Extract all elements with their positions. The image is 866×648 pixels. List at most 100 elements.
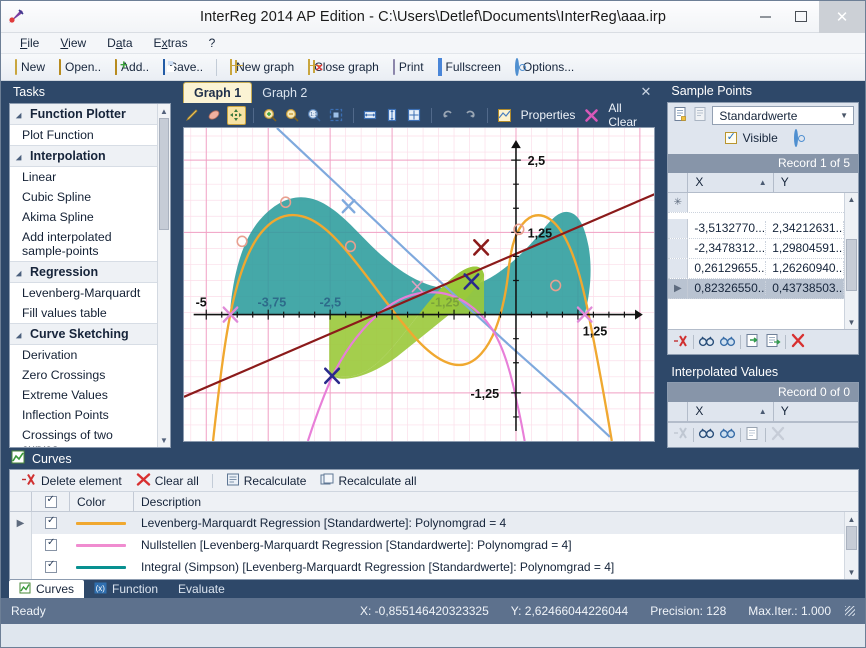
new-graph-button[interactable]: New graph [224,58,300,76]
row-checkbox[interactable] [45,515,57,529]
options-button[interactable]: Options... [509,58,580,76]
row-checkbox-cell[interactable] [32,515,70,529]
cell-y[interactable]: 0,43738503... [766,281,845,296]
scroll-up-icon[interactable]: ▲ [845,193,858,207]
redo-icon[interactable] [461,106,480,125]
row-checkbox-cell[interactable] [32,559,70,573]
scrollbar-thumb[interactable] [846,526,857,550]
save-button[interactable]: Save.. [157,58,209,76]
add-button[interactable]: + Add.. [109,58,155,76]
table-row[interactable]: ▶ 0,82326550... 0,43738503... [668,278,845,299]
close-tab-icon[interactable]: ✕ [640,84,651,100]
zoom-actual-icon[interactable]: 1:1 [305,106,324,125]
clear-x-icon[interactable] [582,106,601,125]
tab-function[interactable]: (x) Function [84,580,168,598]
sidebar-item-linear[interactable]: Linear [10,167,157,187]
sidebar-item-add-interpolated[interactable]: Add interpolated sample-points [10,227,138,261]
grid-scrollbar[interactable]: ▲ ▼ [844,192,858,330]
open-button[interactable]: Open.. [53,58,107,76]
menu-view[interactable]: View [51,34,95,52]
cell-y[interactable]: 1,26260940... [766,261,845,276]
zoom-fit-icon[interactable] [327,106,346,125]
eraser-icon[interactable] [205,106,224,125]
pencil-icon[interactable] [183,106,202,125]
close-button[interactable]: ✕ [819,0,865,33]
cell-x[interactable]: -3,5132770... [688,221,767,236]
fit-both-icon[interactable] [405,106,424,125]
sidebar-item-cubic-spline[interactable]: Cubic Spline [10,187,157,207]
menu-extras[interactable]: Extras [145,34,197,52]
menu-file[interactable]: File [11,34,48,52]
zoom-in-icon[interactable] [261,106,280,125]
scroll-down-icon[interactable]: ▼ [158,433,170,447]
scrollbar-thumb[interactable] [158,118,169,230]
new-button[interactable]: New [9,58,51,76]
table-row[interactable]: ▶ Levenberg-Marquardt Regression [Standa… [10,512,844,534]
row-checkbox[interactable] [45,537,57,551]
sidebar-item-crossings-two-curves[interactable]: Crossings of two curves [10,425,157,447]
sidebar-group-regression[interactable]: Regression [10,261,157,283]
sidebar-item-fill-values-table[interactable]: Fill values table [10,303,157,323]
print-button[interactable]: Print [387,58,430,76]
cell-x[interactable]: -2,3478312... [688,241,767,256]
cell-x[interactable]: 0,82326550... [688,281,767,296]
minimize-button[interactable] [747,1,783,33]
table-row[interactable]: Integral (Simpson) [Levenberg-Marquardt … [10,556,844,578]
recalculate-button[interactable]: Recalculate [221,472,312,490]
sidebar-item-levenberg-marquardt[interactable]: Levenberg-Marquardt [10,283,157,303]
menu-help[interactable]: ? [200,34,225,52]
scroll-down-icon[interactable]: ▼ [845,315,858,329]
recalculate-all-button[interactable]: Recalculate all [315,472,421,490]
cell-x[interactable]: 0,26129655... [688,261,767,276]
delete-record-icon[interactable] [673,334,689,351]
sidebar-item-plot-function[interactable]: Plot Function [10,125,157,145]
import-icon[interactable] [745,333,761,351]
fit-vertical-icon[interactable] [383,106,402,125]
move-icon[interactable] [226,105,247,125]
dataset-combo[interactable]: Standardwerte ▼ [712,106,854,126]
cell-y[interactable]: 1,29804591... [766,241,845,256]
sample-points-grid[interactable]: ✳ -3,5132770... 2,34212631... -2,3478312… [668,192,858,330]
properties-icon[interactable] [495,106,514,125]
table-row[interactable] [10,578,844,579]
tab-graph-1[interactable]: Graph 1 [182,82,253,103]
resize-grip-icon[interactable] [845,606,855,616]
column-header-y[interactable]: Y [774,402,858,421]
table-row[interactable]: Nullstellen [Levenberg-Marquardt Regress… [10,534,844,556]
clear-icon[interactable] [790,333,806,351]
undo-icon[interactable] [439,106,458,125]
graph-properties-label[interactable]: Properties [517,108,580,122]
new-dataset-icon[interactable] [672,106,689,126]
zoom-out-icon[interactable] [283,106,302,125]
column-header-color[interactable]: Color [70,492,134,511]
sidebar-item-inflection-points[interactable]: Inflection Points [10,405,157,425]
column-header-y[interactable]: Y [774,173,858,192]
find-icon[interactable] [698,426,715,443]
row-checkbox-cell[interactable] [32,537,70,551]
graph-allclear-label[interactable]: All Clear [604,101,655,129]
tab-evaluate[interactable]: Evaluate [168,580,235,598]
curves-table-body[interactable]: ▶ Levenberg-Marquardt Regression [Standa… [10,512,858,579]
export-icon[interactable] [765,333,781,351]
scroll-down-icon[interactable]: ▼ [845,565,858,579]
fit-horizontal-icon[interactable] [361,106,380,125]
table-row[interactable]: 0,26129655... 1,26260940... [668,258,845,279]
sidebar-item-derivation[interactable]: Derivation [10,345,157,365]
menu-data[interactable]: Data [98,34,141,52]
select-all-checkbox[interactable] [44,494,57,508]
copy-dataset-icon[interactable] [692,106,709,126]
scrollbar-thumb[interactable] [846,238,857,291]
visible-checkbox[interactable] [724,130,737,144]
column-header-description[interactable]: Description [134,492,858,511]
find-icon[interactable] [698,334,715,351]
curves-scrollbar[interactable]: ▲ ▼ [844,512,858,579]
scroll-up-icon[interactable]: ▲ [845,512,858,526]
checkbox-header[interactable] [32,492,70,511]
find-next-icon[interactable] [719,426,736,443]
table-row[interactable]: -2,3478312... 1,29804591... [668,238,845,259]
table-row[interactable]: -3,5132770... 2,34212631... [668,218,845,239]
find-next-icon[interactable] [719,334,736,351]
column-header-x[interactable]: X ▲ [688,172,774,192]
row-checkbox[interactable] [45,559,57,573]
sidebar-group-curve-sketching[interactable]: Curve Sketching [10,323,157,345]
